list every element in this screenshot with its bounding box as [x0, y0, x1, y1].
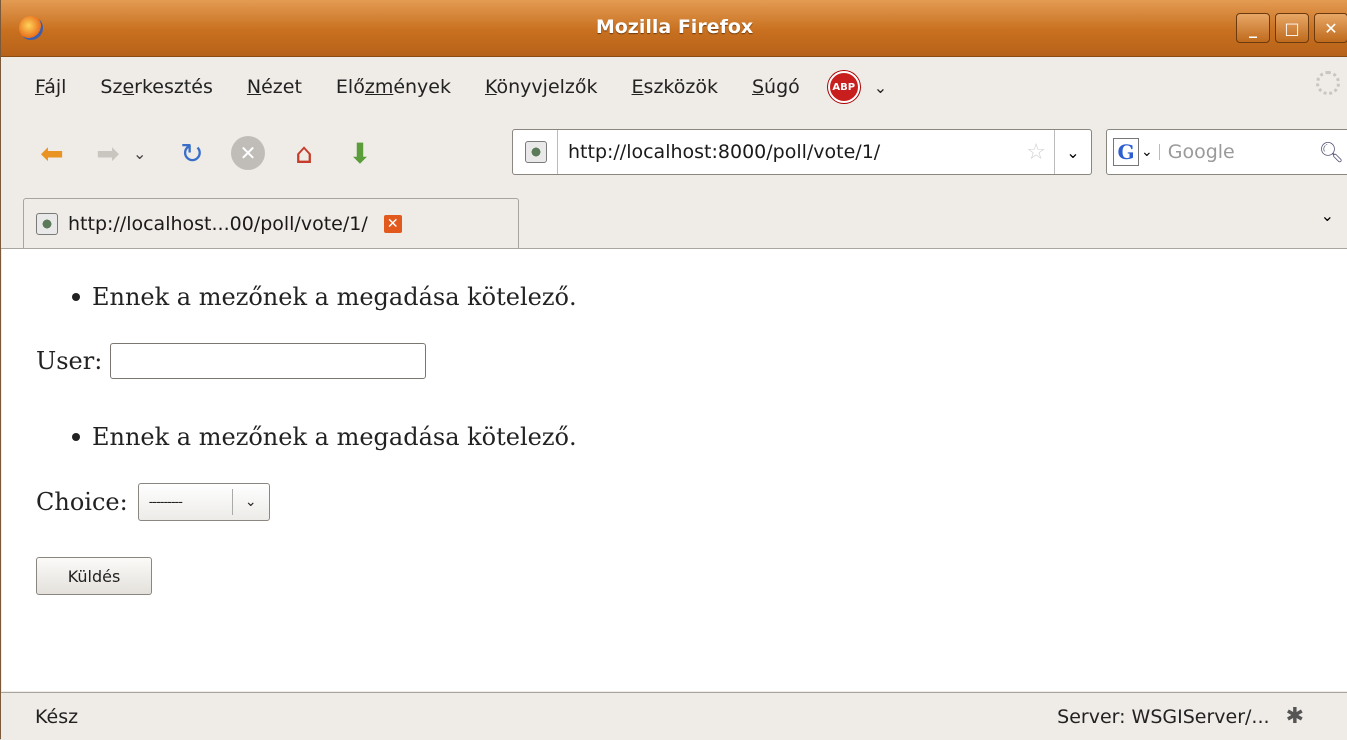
tab-site-icon: [36, 212, 58, 235]
menu-file[interactable]: Fájl: [35, 76, 66, 98]
navigation-toolbar: ⬅ ➡ ⌄ ↻ ✕ ⌂ ⬇ http://localhost:8000/poll…: [1, 118, 1347, 188]
all-tabs-chevron-icon[interactable]: ⌄: [1321, 206, 1334, 225]
stop-icon[interactable]: ✕: [231, 136, 265, 170]
error-message: Ennek a mezőnek a megadása kötelező.: [92, 283, 577, 311]
choice-label: Choice:: [36, 488, 128, 516]
bullet-icon: [72, 293, 80, 301]
search-placeholder[interactable]: Google: [1168, 141, 1319, 163]
status-text: Kész: [35, 705, 79, 728]
downloads-icon[interactable]: ⬇: [339, 132, 381, 174]
menu-view[interactable]: Nézet: [247, 76, 302, 98]
server-text: Server: WSGIServer/...: [1057, 705, 1270, 728]
bullet-icon: [72, 433, 80, 441]
window-title: Mozilla Firefox: [595, 16, 754, 38]
menu-bookmarks[interactable]: Könyvjelzők: [485, 76, 598, 98]
search-bar[interactable]: G ⌄ Google 🔍︎: [1106, 129, 1347, 175]
throbber-icon: [1316, 71, 1340, 95]
back-arrow-icon[interactable]: ⬅: [31, 132, 73, 174]
error-list-item: Ennek a mezőnek a megadása kötelező.: [72, 423, 577, 451]
url-text[interactable]: http://localhost:8000/poll/vote/1/: [557, 130, 1026, 174]
menu-tools[interactable]: Eszközök: [632, 76, 718, 98]
url-bar[interactable]: http://localhost:8000/poll/vote/1/ ☆ ⌄: [512, 129, 1092, 175]
reload-icon[interactable]: ↻: [171, 132, 213, 174]
adblock-icon[interactable]: ABP: [827, 71, 860, 103]
close-window-button[interactable]: ✕: [1314, 13, 1347, 43]
chevron-down-icon[interactable]: ⌄: [874, 78, 887, 97]
google-engine-icon[interactable]: G: [1113, 138, 1139, 166]
firebug-icon[interactable]: ✱: [1286, 704, 1304, 729]
home-icon[interactable]: ⌂: [283, 132, 325, 174]
site-identity-icon[interactable]: [525, 141, 547, 163]
history-dropdown-chevron-icon[interactable]: ⌄: [133, 144, 157, 163]
search-icon[interactable]: 🔍︎: [1319, 140, 1344, 164]
browser-window: Mozilla Firefox _ □ ✕ Fájl Szerkesztés N…: [0, 0, 1347, 740]
user-label: User:: [36, 347, 103, 375]
error-list-item: Ennek a mezőnek a megadása kötelező.: [72, 283, 577, 311]
submit-button[interactable]: Küldés: [36, 557, 152, 595]
forward-arrow-icon[interactable]: ➡: [87, 132, 129, 174]
tab-label[interactable]: http://localhost...00/poll/vote/1/: [68, 213, 368, 235]
user-input[interactable]: [110, 343, 427, 379]
user-field-row: User:: [36, 343, 427, 379]
engine-dropdown-chevron-icon[interactable]: ⌄: [1141, 144, 1160, 160]
menu-edit[interactable]: Szerkesztés: [100, 76, 213, 98]
choice-select[interactable]: --------- ⌄: [137, 483, 270, 521]
minimize-button[interactable]: _: [1236, 13, 1270, 43]
chevron-down-icon: ⌄: [231, 489, 269, 515]
url-dropdown-chevron-icon[interactable]: ⌄: [1054, 130, 1091, 174]
tab-active[interactable]: http://localhost...00/poll/vote/1/ ✕: [23, 198, 519, 248]
error-message: Ennek a mezőnek a megadása kötelező.: [92, 423, 577, 451]
tab-strip: http://localhost...00/poll/vote/1/ ✕ ⌄: [1, 190, 1347, 249]
status-bar: Kész Server: WSGIServer/... ✱: [1, 692, 1347, 740]
choice-field-row: Choice: --------- ⌄: [36, 483, 270, 521]
menu-bar: Fájl Szerkesztés Nézet Előzmények Könyvj…: [1, 57, 1347, 117]
menu-history[interactable]: Előzmények: [336, 76, 451, 98]
page-content: Ennek a mezőnek a megadása kötelező. Use…: [2, 249, 1347, 691]
maximize-button[interactable]: □: [1275, 13, 1309, 43]
menu-help[interactable]: Súgó: [752, 76, 800, 98]
choice-selected-value: ---------: [148, 494, 183, 510]
tab-close-icon[interactable]: ✕: [383, 214, 402, 233]
bookmark-star-icon[interactable]: ☆: [1026, 140, 1046, 165]
title-bar: Mozilla Firefox _ □ ✕: [1, 0, 1347, 57]
